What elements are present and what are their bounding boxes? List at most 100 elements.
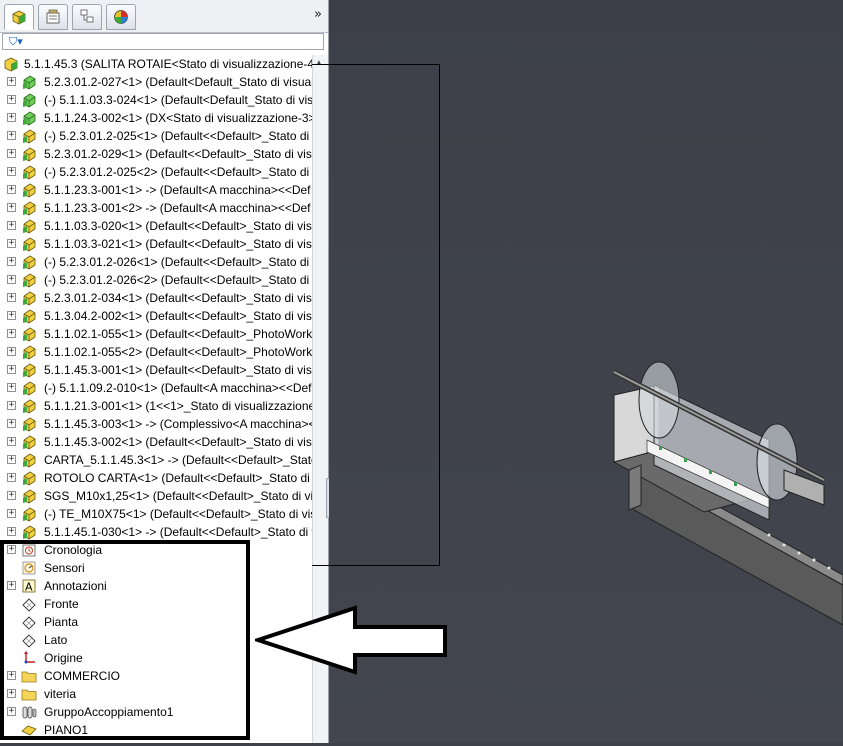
feature-row[interactable]: + Cronologia [0, 541, 312, 559]
component-row[interactable]: + (-) 5.1.1.03.3-024<1> (Default<Default_… [0, 91, 312, 109]
expand-node-icon[interactable]: + [7, 329, 16, 338]
tree-root-assembly[interactable]: 5.1.1.45.3 (SALITA ROTAIE<Stato di visua… [0, 55, 312, 73]
assembly-root-icon [4, 57, 18, 72]
expand-node-icon[interactable]: + [7, 77, 16, 86]
plane-icon [22, 634, 36, 648]
assembly-component-icon [23, 417, 36, 432]
expand-node-icon[interactable]: + [7, 113, 16, 122]
expand-panel-button[interactable]: » [314, 7, 322, 22]
component-row[interactable]: +5.1.1.23.3-001<2> -> (Default<A macchin… [0, 199, 312, 217]
expand-node-icon[interactable]: + [7, 221, 16, 230]
tree-filter-bar[interactable]: ⛉▾ [2, 33, 324, 50]
component-row[interactable]: +5.1.1.03.3-020<1> (Default<<Default>_St… [0, 217, 312, 235]
expand-node-icon[interactable]: + [7, 401, 16, 410]
filter-icon[interactable]: ⛉▾ [9, 35, 23, 49]
component-row[interactable]: +5.1.1.02.1-055<2> (Default<<Default>_Ph… [0, 343, 312, 361]
component-row[interactable]: +5.1.1.45.1-030<1> -> (Default<<Default>… [0, 523, 312, 541]
component-row[interactable]: +5.2.3.01.2-034<1> (Default<<Default>_St… [0, 289, 312, 307]
component-label: (-) TE_M10X75<1> (Default<<Default>_Stat… [44, 507, 312, 521]
feature-row[interactable]: + GruppoAccoppiamento1 [0, 703, 312, 721]
expand-node-icon[interactable]: + [7, 473, 16, 482]
component-row[interactable]: +5.1.1.45.3-002<1> (Default<<Default>_St… [0, 433, 312, 451]
component-row[interactable]: + (-) TE_M10X75<1> (Default<<Default>_Sta… [0, 505, 312, 523]
component-label: 5.2.3.01.2-034<1> (Default<<Default>_Sta… [44, 291, 312, 305]
expand-node-icon[interactable]: + [7, 311, 16, 320]
expand-node-icon[interactable]: + [7, 707, 16, 716]
expand-node-icon[interactable]: + [7, 347, 16, 356]
expand-node-icon[interactable]: + [7, 437, 16, 446]
expand-node-icon[interactable]: + [7, 131, 16, 140]
component-row[interactable]: +5.2.3.01.2-029<1> (Default<<Default>_St… [0, 145, 312, 163]
component-row[interactable]: +5.1.3.04.2-002<1> (Default<<Default>_St… [0, 307, 312, 325]
component-row[interactable]: + CARTA_5.1.1.45.3<1> -> (Default<<Defaul… [0, 451, 312, 469]
component-row[interactable]: +5.2.3.01.2-027<1> (Default<Default_Stat… [0, 73, 312, 91]
expand-node-icon[interactable]: + [7, 95, 16, 104]
component-row[interactable]: + (-) 5.2.3.01.2-025<1> (Default<<Default… [0, 127, 312, 145]
expand-node-icon[interactable]: + [7, 167, 16, 176]
feature-manager-tab[interactable] [4, 4, 34, 30]
property-manager-tab[interactable] [38, 4, 68, 30]
expand-node-icon[interactable]: + [7, 509, 16, 518]
feature-label: COMMERCIO [44, 669, 120, 683]
scroll-up-arrow-icon[interactable]: ▲ [315, 58, 323, 67]
feature-row[interactable]: + A Annotazioni [0, 577, 312, 595]
plane-icon [22, 616, 36, 630]
plane-icon [22, 598, 36, 612]
component-row[interactable]: + SGS_M10x1,25<1> (Default<<Default>_Stat… [0, 487, 312, 505]
subassembly-icon [23, 111, 36, 126]
component-label: 5.1.1.24.3-002<1> (DX<Stato di visualizz… [44, 111, 312, 125]
component-row[interactable]: + (-) 5.2.3.01.2-025<2> (Default<<Default… [0, 163, 312, 181]
feature-label: Origine [44, 651, 83, 665]
expand-node-icon[interactable]: + [7, 689, 16, 698]
expand-node-icon[interactable]: + [7, 293, 16, 302]
sketch-plane-icon [21, 725, 37, 736]
component-label: (-) 5.2.3.01.2-026<2> (Default<<Default>… [44, 273, 312, 287]
expand-node-icon[interactable]: + [7, 455, 16, 464]
expand-node-icon[interactable]: + [7, 419, 16, 428]
component-row[interactable]: +5.1.1.45.3-001<1> (Default<<Default>_St… [0, 361, 312, 379]
property-manager-icon [46, 9, 60, 24]
display-manager-tab[interactable] [106, 4, 136, 30]
expand-node-icon[interactable]: + [7, 581, 16, 590]
component-row[interactable]: + ROTOLO CARTA<1> (Default<<Default>_Stat… [0, 469, 312, 487]
feature-row[interactable]: + viteria [0, 685, 312, 703]
component-row[interactable]: +5.1.1.21.3-001<1> (1<<1>_Stato di visua… [0, 397, 312, 415]
expand-node-icon[interactable]: + [7, 275, 16, 284]
component-row[interactable]: +5.1.1.24.3-002<1> (DX<Stato di visualiz… [0, 109, 312, 127]
assembly-component-icon [23, 183, 36, 198]
component-row[interactable]: +5.1.1.02.1-055<1> (Default<<Default>_Ph… [0, 325, 312, 343]
expand-node-icon[interactable]: + [7, 491, 16, 500]
expand-node-icon[interactable]: + [7, 149, 16, 158]
assembly-component-icon [23, 219, 36, 234]
assembly-component-icon [23, 471, 36, 486]
configuration-manager-tab[interactable] [72, 4, 102, 30]
component-row[interactable]: +5.1.1.23.3-001<1> -> (Default<A macchin… [0, 181, 312, 199]
expand-node-icon[interactable]: + [7, 365, 16, 374]
assembly-component-icon [23, 363, 36, 378]
component-label: (-) 5.2.3.01.2-025<1> (Default<<Default>… [44, 129, 312, 143]
expand-node-icon[interactable]: + [7, 383, 16, 392]
panel-tab-bar: » [0, 0, 328, 33]
expand-node-icon[interactable]: + [7, 671, 16, 680]
component-row[interactable]: + (-) 5.2.3.01.2-026<1> (Default<<Default… [0, 253, 312, 271]
feature-row[interactable]: Sensori [0, 559, 312, 577]
expand-node-icon[interactable]: + [7, 185, 16, 194]
sensors-icon [22, 561, 36, 575]
expand-node-icon[interactable]: + [7, 257, 16, 266]
component-label: 5.1.1.03.3-020<1> (Default<<Default>_Sta… [44, 219, 312, 233]
expand-node-icon[interactable]: + [7, 203, 16, 212]
expand-node-icon[interactable]: + [7, 239, 16, 248]
component-label: SGS_M10x1,25<1> (Default<<Default>_Stato… [44, 489, 312, 503]
component-row[interactable]: +5.1.1.03.3-021<1> (Default<<Default>_St… [0, 235, 312, 253]
component-label: 5.1.1.45.3-003<1> -> (Complessivo<A macc… [44, 417, 312, 431]
feature-label: Fronte [44, 597, 79, 611]
component-row[interactable]: + (-) 5.1.1.09.2-010<1> (Default<A macchi… [0, 379, 312, 397]
feature-label: Cronologia [44, 543, 103, 557]
feature-row[interactable]: PIANO1 [0, 721, 312, 739]
component-row[interactable]: +5.1.1.45.3-003<1> -> (Complessivo<A mac… [0, 415, 312, 433]
expand-node-icon[interactable]: + [7, 527, 16, 536]
expand-node-icon[interactable]: + [7, 545, 16, 554]
assembly-component-icon [23, 201, 36, 216]
component-row[interactable]: + (-) 5.2.3.01.2-026<2> (Default<<Default… [0, 271, 312, 289]
filter-dropdown-arrow[interactable]: ▾ [17, 35, 23, 48]
